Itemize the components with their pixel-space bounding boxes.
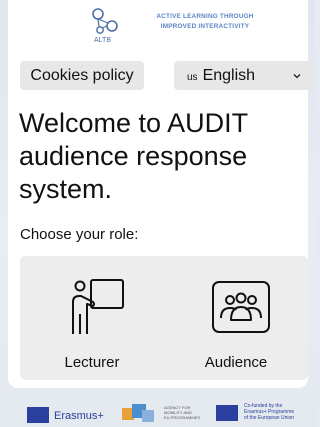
agency-text: AGENCY FOR MOBILITY AND EU PROGRAMMES [164,405,208,420]
cofunded-text: Co-funded by the Erasmus+ Programme of t… [244,403,312,421]
cookies-policy-button[interactable]: Cookies policy [20,61,144,90]
role-lecturer-button[interactable]: Lecturer [20,256,164,380]
altb-logo-icon: ALTB [92,8,118,44]
language-code: us [187,71,198,83]
chevron-down-icon [293,74,301,79]
role-panel: Lecturer Audience [20,256,308,380]
svg-text:ALTB: ALTB [94,37,111,44]
eu-flag-icon [27,407,49,423]
cofunded-line: of the European Union [244,415,295,421]
language-select[interactable]: us English [174,61,311,90]
logo-tagline-line: IMPROVED INTERACTIVITY [160,23,250,30]
main-card: ALTB ACTIVE LEARNING THROUGH IMPROVED IN… [8,0,311,388]
logo-tagline-line: ACTIVE LEARNING THROUGH [156,13,254,20]
top-controls: Cookies policy us English [20,61,311,91]
agency-line: EU PROGRAMMES [164,415,201,420]
audience-group-icon [212,281,270,333]
language-selected: English [202,66,256,84]
choose-role-label: Choose your role: [20,226,139,243]
eu-flag-icon [216,405,238,421]
header-logo: ALTB ACTIVE LEARNING THROUGH IMPROVED IN… [8,0,308,52]
welcome-heading: Welcome to AUDIT audience response syste… [19,108,248,204]
role-label: Audience [204,354,268,371]
agency-logo-icon [122,404,154,422]
role-label: Lecturer [64,354,120,371]
role-audience-button[interactable]: Audience [164,256,308,380]
lecturer-board-icon [72,279,124,334]
erasmus-logo-text: Erasmus+ [54,410,104,422]
logo-tagline: ACTIVE LEARNING THROUGH IMPROVED INTERAC… [130,12,280,32]
